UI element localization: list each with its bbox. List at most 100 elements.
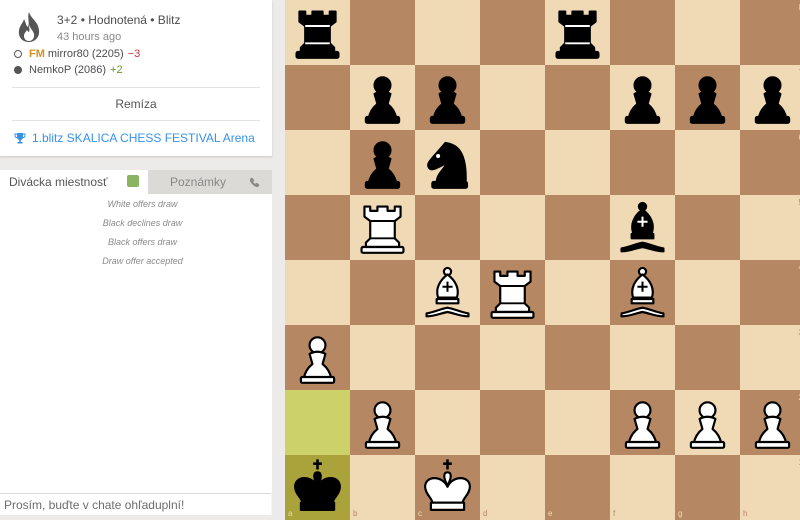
square-a6[interactable] xyxy=(285,130,350,195)
square-d1[interactable]: d xyxy=(480,455,545,520)
square-h8[interactable]: 8 xyxy=(740,0,800,65)
square-d6[interactable] xyxy=(480,130,545,195)
file-label: e xyxy=(548,509,553,518)
divider xyxy=(12,120,260,121)
player-black[interactable]: NemkoP (2086) +2 xyxy=(14,64,123,76)
player-rating: (2086) xyxy=(74,64,107,76)
square-e4[interactable] xyxy=(545,260,610,325)
chat-messages[interactable]: White offers draw Black declines draw Bl… xyxy=(0,194,272,494)
square-h5[interactable]: 5 xyxy=(740,195,800,260)
black-pawn-icon[interactable] xyxy=(350,130,415,195)
square-b3[interactable] xyxy=(350,325,415,390)
square-e6[interactable] xyxy=(545,130,610,195)
square-c8[interactable] xyxy=(415,0,480,65)
chat-toggle-checkbox[interactable] xyxy=(127,175,139,187)
player-name[interactable]: mirror80 xyxy=(48,48,89,60)
tab-spectator-room[interactable]: Divácka miestnosť xyxy=(0,170,148,194)
black-pawn-icon[interactable] xyxy=(350,65,415,130)
white-color-icon xyxy=(14,50,22,58)
square-d7[interactable] xyxy=(480,65,545,130)
square-g4[interactable] xyxy=(675,260,740,325)
square-g6[interactable] xyxy=(675,130,740,195)
square-a7[interactable] xyxy=(285,65,350,130)
black-rook-icon[interactable] xyxy=(545,0,610,65)
square-h4[interactable]: 4 xyxy=(740,260,800,325)
black-bishop-icon[interactable] xyxy=(610,195,675,260)
square-d3[interactable] xyxy=(480,325,545,390)
black-king-icon[interactable] xyxy=(285,455,350,520)
white-pawn-icon[interactable] xyxy=(350,390,415,455)
square-f3[interactable] xyxy=(610,325,675,390)
tournament-name[interactable]: 1.blitz SKALICA CHESS FESTIVAL Arena xyxy=(32,131,255,145)
white-king-icon[interactable] xyxy=(415,455,480,520)
file-label: g xyxy=(678,509,683,518)
square-f6[interactable] xyxy=(610,130,675,195)
tournament-link[interactable]: 1.blitz SKALICA CHESS FESTIVAL Arena xyxy=(14,131,255,145)
white-rook-icon[interactable] xyxy=(350,195,415,260)
square-g1[interactable]: g xyxy=(675,455,740,520)
black-knight-icon[interactable] xyxy=(415,130,480,195)
square-b4[interactable] xyxy=(350,260,415,325)
white-pawn-icon[interactable] xyxy=(740,390,800,455)
white-pawn-icon[interactable] xyxy=(610,390,675,455)
square-c3[interactable] xyxy=(415,325,480,390)
black-rook-icon[interactable] xyxy=(285,0,350,65)
game-mode: 3+2 • Hodnotená • Blitz xyxy=(57,13,181,27)
white-bishop-icon[interactable] xyxy=(610,260,675,325)
black-pawn-icon[interactable] xyxy=(415,65,480,130)
tab-notes-label: Poznámky xyxy=(170,175,227,189)
blitz-fire-icon xyxy=(18,12,40,42)
square-c5[interactable] xyxy=(415,195,480,260)
player-rating: (2205) xyxy=(91,48,124,60)
square-e2[interactable] xyxy=(545,390,610,455)
square-b8[interactable] xyxy=(350,0,415,65)
square-e3[interactable] xyxy=(545,325,610,390)
black-pawn-icon[interactable] xyxy=(675,65,740,130)
square-e7[interactable] xyxy=(545,65,610,130)
square-d2[interactable] xyxy=(480,390,545,455)
player-title: FM xyxy=(29,48,45,60)
square-h3[interactable]: 3 xyxy=(740,325,800,390)
tab-notes[interactable]: Poznámky xyxy=(148,170,243,194)
tab-spectator-room-label: Divácka miestnosť xyxy=(9,175,108,189)
square-h6[interactable]: 6 xyxy=(740,130,800,195)
rating-diff: −3 xyxy=(127,48,141,60)
black-pawn-icon[interactable] xyxy=(610,65,675,130)
white-pawn-icon[interactable] xyxy=(675,390,740,455)
chat-message: Black offers draw xyxy=(107,237,178,247)
chess-board[interactable]: 8765432abcdefg1h xyxy=(285,0,800,520)
square-d5[interactable] xyxy=(480,195,545,260)
square-a2[interactable] xyxy=(285,390,350,455)
file-label: d xyxy=(483,509,488,518)
square-b1[interactable]: b xyxy=(350,455,415,520)
square-f1[interactable]: f xyxy=(610,455,675,520)
game-meta-card: 3+2 • Hodnotená • Blitz 43 hours ago FM … xyxy=(0,0,272,156)
player-white[interactable]: FM mirror80 (2205) −3 xyxy=(14,48,140,60)
chat-message: Draw offer accepted xyxy=(102,256,183,266)
square-e1[interactable]: e xyxy=(545,455,610,520)
rating-diff: +2 xyxy=(110,64,123,76)
square-h1[interactable]: 1h xyxy=(740,455,800,520)
file-label: b xyxy=(353,509,358,518)
square-d8[interactable] xyxy=(480,0,545,65)
square-a4[interactable] xyxy=(285,260,350,325)
white-pawn-icon[interactable] xyxy=(285,325,350,390)
square-f8[interactable] xyxy=(610,0,675,65)
black-color-icon xyxy=(14,66,22,74)
player-name[interactable]: NemkoP xyxy=(29,64,71,76)
square-e5[interactable] xyxy=(545,195,610,260)
square-g3[interactable] xyxy=(675,325,740,390)
square-a5[interactable] xyxy=(285,195,350,260)
chat-message: White offers draw xyxy=(107,199,178,209)
white-bishop-icon[interactable] xyxy=(415,260,480,325)
phone-icon[interactable] xyxy=(248,175,262,189)
white-rook-icon[interactable] xyxy=(480,260,545,325)
chat-message: Black declines draw xyxy=(102,218,183,228)
square-c2[interactable] xyxy=(415,390,480,455)
chat-input[interactable] xyxy=(0,493,271,515)
file-label: f xyxy=(613,509,616,518)
square-g8[interactable] xyxy=(675,0,740,65)
black-pawn-icon[interactable] xyxy=(740,65,800,130)
file-label: h xyxy=(743,509,748,518)
square-g5[interactable] xyxy=(675,195,740,260)
